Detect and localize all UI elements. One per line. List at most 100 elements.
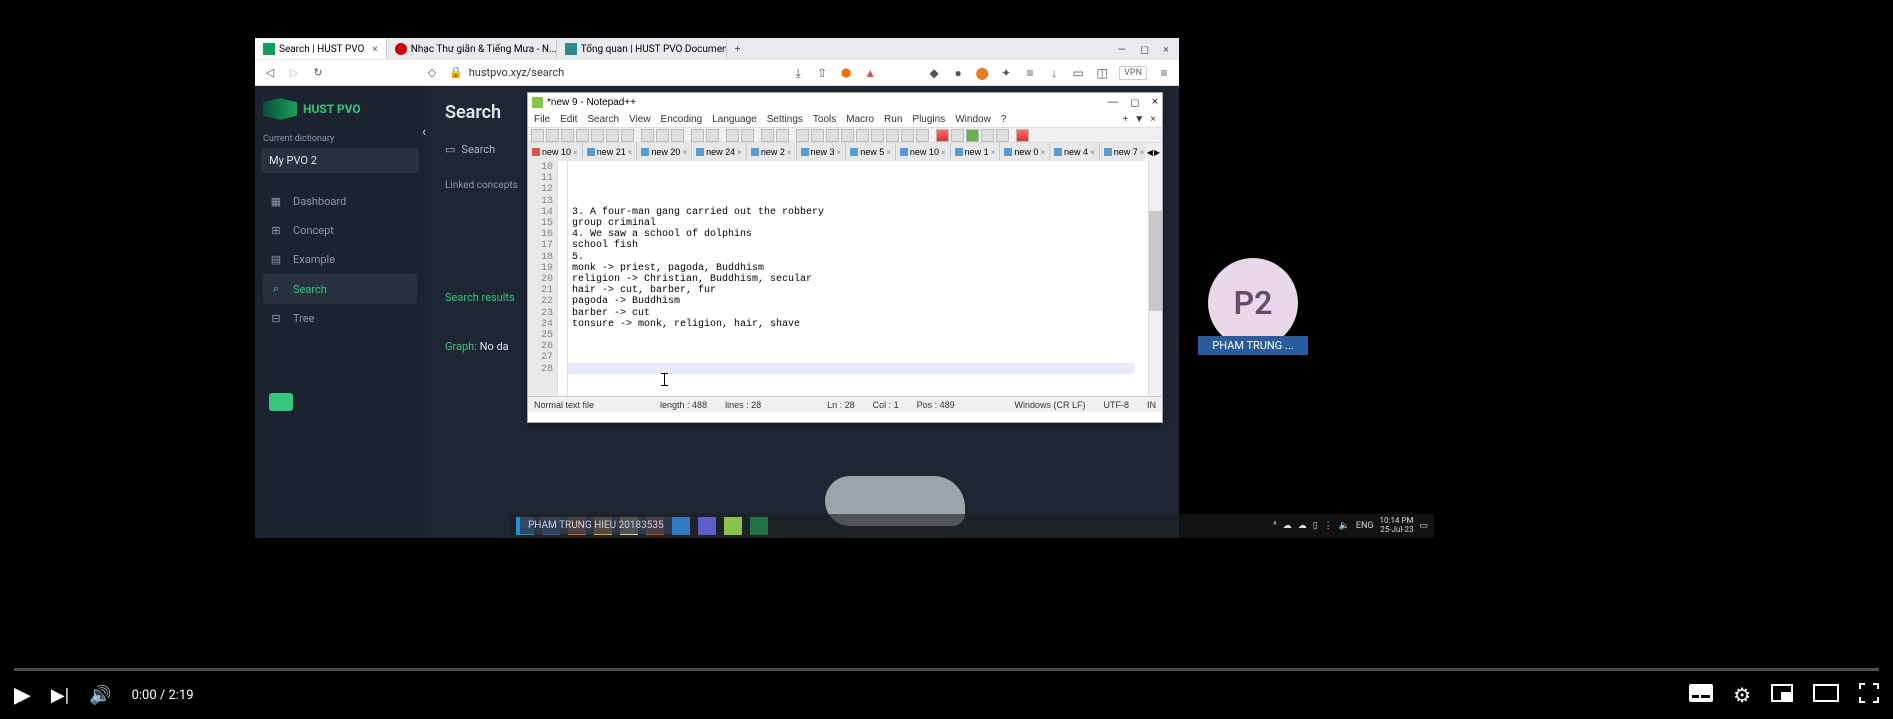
- toolbar-monitoring-icon[interactable]: [1016, 129, 1029, 142]
- collapse-sidebar-chevron-icon[interactable]: ‹: [422, 124, 426, 140]
- menu-search[interactable]: Search: [587, 114, 619, 125]
- library-button[interactable]: [269, 393, 293, 411]
- window-minimize-icon[interactable]: —: [1117, 43, 1126, 56]
- play-button[interactable]: ▶: [14, 683, 31, 708]
- next-button[interactable]: ▶|: [51, 685, 69, 706]
- notepadpp-doc-tab[interactable]: new 4×: [1050, 143, 1100, 161]
- toolbar-save-icon[interactable]: [561, 129, 574, 142]
- tray-battery-icon[interactable]: ▯: [1313, 521, 1318, 531]
- toolbar-map-icon[interactable]: [916, 129, 929, 142]
- toolbar-savemacro-icon[interactable]: [996, 129, 1009, 142]
- captions-button[interactable]: [1689, 683, 1713, 707]
- tray-wifi-icon[interactable]: ⋮: [1324, 521, 1333, 531]
- toolbar-sync-h-icon[interactable]: [811, 129, 824, 142]
- toolbar-closeall-icon[interactable]: [606, 129, 619, 142]
- browser-tab-active[interactable]: Search | HUST PVO ×: [255, 39, 387, 59]
- notepadpp-window[interactable]: *new 9 - Notepad++ — ◻ × File Edit Searc…: [527, 92, 1163, 423]
- menu-run[interactable]: Run: [884, 114, 902, 125]
- fullscreen-button[interactable]: [1859, 683, 1879, 708]
- task-excel-icon[interactable]: [750, 517, 768, 535]
- reload-button[interactable]: ↻: [311, 66, 325, 79]
- toolbar-play-icon[interactable]: [966, 129, 979, 142]
- settings-gear-icon[interactable]: ⚙: [1733, 683, 1751, 707]
- tray-chevron-up-icon[interactable]: ^: [1273, 521, 1277, 531]
- toolbar-zoomout-icon[interactable]: [776, 129, 789, 142]
- toolbar-doc-icon[interactable]: [886, 129, 899, 142]
- task-notepadpp-icon[interactable]: [724, 517, 742, 535]
- toolbar-allchars-icon[interactable]: [841, 129, 854, 142]
- menu-edit[interactable]: Edit: [560, 114, 577, 125]
- notepadpp-doc-tab[interactable]: new 2×: [747, 143, 797, 161]
- notepadpp-doc-tab[interactable]: new 10×: [896, 143, 951, 161]
- menu-file[interactable]: File: [534, 114, 550, 125]
- menu-tools[interactable]: Tools: [813, 114, 836, 125]
- menu-settings[interactable]: Settings: [767, 114, 803, 125]
- wallet-icon[interactable]: ▭: [1071, 66, 1085, 80]
- task-teams-icon[interactable]: [698, 517, 716, 535]
- menu-plugins[interactable]: Plugins: [912, 114, 945, 125]
- notepadpp-doc-tab[interactable]: new 20×: [637, 143, 692, 161]
- toolbar-cut-icon[interactable]: [641, 129, 654, 142]
- address-bar[interactable]: 🔒 hustpvo.xyz/search: [449, 66, 781, 79]
- menu-view[interactable]: View: [629, 114, 651, 125]
- window-minimize-icon[interactable]: —: [1107, 96, 1118, 109]
- sidebar-item-dashboard[interactable]: ▦Dashboard: [263, 187, 417, 216]
- toolbar-sync-v-icon[interactable]: [796, 129, 809, 142]
- window-maximize-icon[interactable]: ◻: [1140, 43, 1149, 56]
- close-icon[interactable]: ×: [1150, 114, 1156, 125]
- browser-tab[interactable]: Tổng quan | HUST PVO Documentati...: [557, 39, 727, 59]
- task-vscode-icon[interactable]: [672, 517, 690, 535]
- toolbar-record-icon[interactable]: [936, 129, 949, 142]
- notepadpp-doc-tab[interactable]: new 5×: [846, 143, 896, 161]
- fold-plus-icon[interactable]: +: [1122, 114, 1128, 125]
- menu-language[interactable]: Language: [712, 114, 757, 125]
- reading-list-icon[interactable]: ≡: [1023, 66, 1037, 80]
- toolbar-undo-icon[interactable]: [691, 129, 704, 142]
- share-icon[interactable]: ⇧: [815, 66, 829, 80]
- toolbar-wrap-icon[interactable]: [826, 129, 839, 142]
- downloads-icon[interactable]: ↓: [1047, 66, 1061, 80]
- miniplayer-button[interactable]: [1771, 683, 1793, 707]
- logo[interactable]: HUST PVO: [263, 98, 417, 120]
- toolbar-print-icon[interactable]: [621, 129, 634, 142]
- tab-scroll-right-icon[interactable]: ▶: [1154, 148, 1160, 157]
- toolbar-playrepeat-icon[interactable]: [981, 129, 994, 142]
- toolbar-replace-icon[interactable]: [741, 129, 754, 142]
- code-area[interactable]: 3. A four-man gang carried out the robbe…: [568, 161, 1148, 396]
- toolbar-copy-icon[interactable]: [656, 129, 669, 142]
- vpn-badge[interactable]: VPN: [1119, 66, 1147, 80]
- forward-button[interactable]: ▷: [287, 66, 301, 79]
- menu-icon[interactable]: ≡: [1157, 66, 1171, 80]
- toolbar-indent-icon[interactable]: [856, 129, 869, 142]
- notepadpp-doc-tab[interactable]: new 24×: [692, 143, 747, 161]
- toolbar-function-icon[interactable]: [901, 129, 914, 142]
- menu-window[interactable]: Window: [955, 114, 991, 125]
- current-dictionary-value[interactable]: My PVO 2: [261, 148, 419, 173]
- extension-icon[interactable]: ◆: [927, 66, 941, 80]
- window-close-icon[interactable]: ×: [1152, 96, 1158, 109]
- fold-down-icon[interactable]: ▼: [1134, 114, 1144, 125]
- extensions-puzzle-icon[interactable]: ✦: [999, 66, 1013, 80]
- tray-volume-icon[interactable]: 🔈: [1339, 521, 1350, 531]
- vertical-scrollbar[interactable]: [1148, 161, 1162, 396]
- toolbar-redo-icon[interactable]: [706, 129, 719, 142]
- tray-language[interactable]: ENG: [1356, 521, 1374, 531]
- toolbar-stop-icon[interactable]: [951, 129, 964, 142]
- back-button[interactable]: ◁: [263, 66, 277, 79]
- new-tab-button[interactable]: +: [727, 44, 749, 55]
- sidebar-item-concept[interactable]: ⊞Concept: [263, 216, 417, 245]
- tray-weather-icon[interactable]: ☁: [1298, 521, 1307, 531]
- notepadpp-titlebar[interactable]: *new 9 - Notepad++ — ◻ ×: [528, 93, 1162, 111]
- sidebar-item-tree[interactable]: ⊟Tree: [263, 304, 417, 333]
- theater-mode-button[interactable]: [1813, 683, 1839, 707]
- toolbar-paste-icon[interactable]: [671, 129, 684, 142]
- notification-icon[interactable]: ▲: [863, 66, 877, 80]
- scrollbar-thumb[interactable]: [1149, 211, 1162, 311]
- extension-icon[interactable]: ⬤: [975, 66, 989, 80]
- tray-notification-icon[interactable]: ▭: [1419, 521, 1428, 531]
- tab-close-icon[interactable]: ×: [372, 44, 377, 55]
- window-close-icon[interactable]: ×: [1163, 43, 1169, 56]
- sidebar-item-example[interactable]: ▤Example: [263, 245, 417, 274]
- browser-tab[interactable]: Nhạc Thư giãn & Tiếng Mưa - N...: [387, 39, 557, 59]
- menu-macro[interactable]: Macro: [846, 114, 874, 125]
